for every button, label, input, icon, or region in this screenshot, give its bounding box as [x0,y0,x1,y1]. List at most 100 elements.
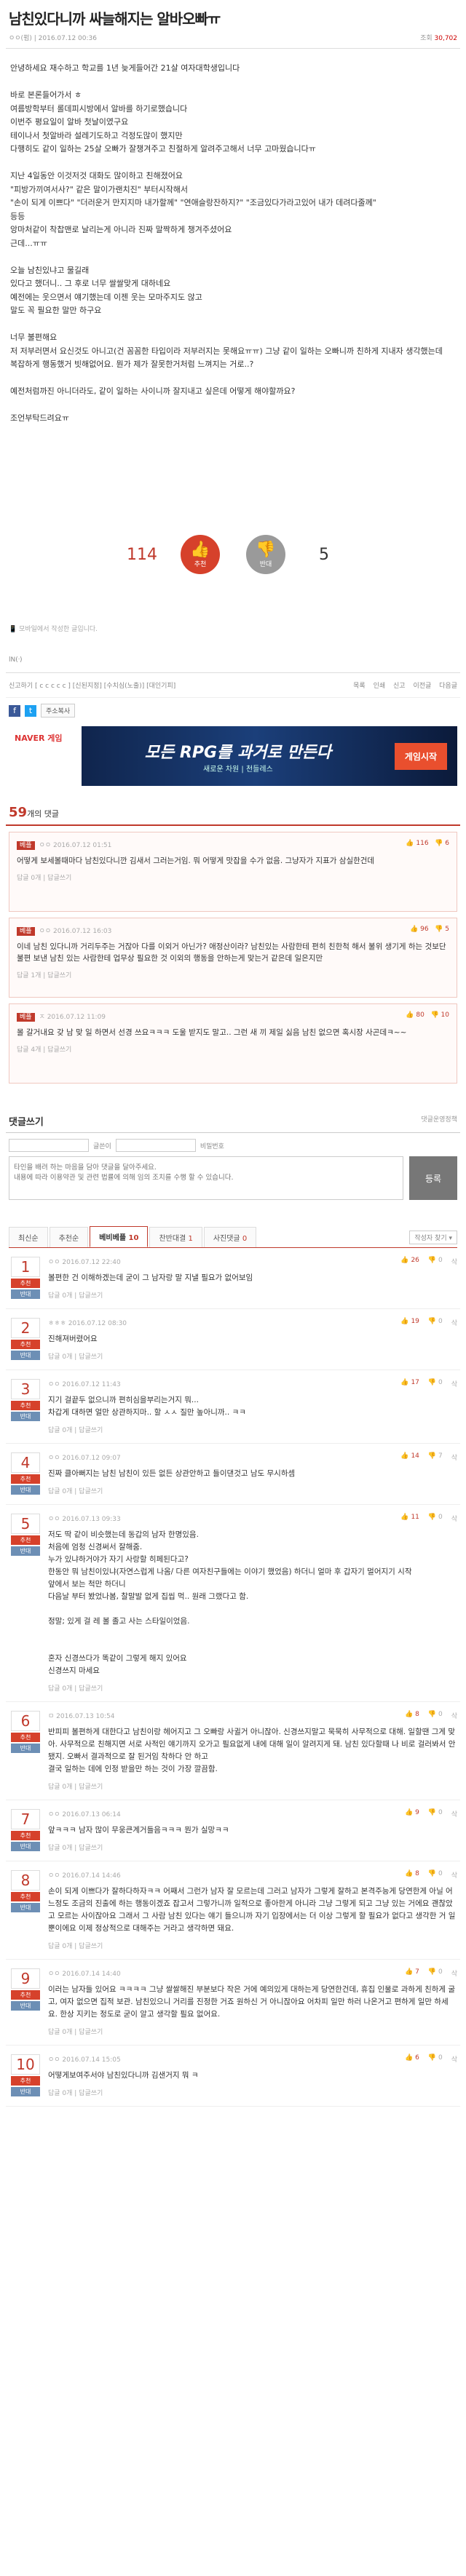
reply-link[interactable]: 답글 4개 | 답글쓰기 [17,1044,449,1054]
rank-upvote-button[interactable]: 추천 [11,1279,40,1288]
comment-policy-link[interactable]: 댓글운영정책 [421,1114,457,1128]
thumbs-down-icon[interactable]: 👎 [428,1257,436,1264]
thumbs-up-icon[interactable]: 👍 [405,1711,413,1718]
thumbs-up-icon[interactable]: 👍 [400,1379,408,1386]
rank-upvote-button[interactable]: 추천 [11,1474,40,1484]
thumbs-down-icon[interactable]: 👎 [435,926,443,933]
thumbs-up-icon[interactable]: 👍 [400,1318,408,1325]
delete-icon[interactable]: 삭 [451,1711,457,1720]
rank-downvote-button[interactable]: 반대 [11,1546,40,1556]
reply-link[interactable]: 답글 0개 | 답글쓰기 [48,1941,457,1950]
thumbs-up-icon[interactable]: 👍 [405,1870,413,1877]
author-search-select[interactable]: 작성자 찾기 ▾ [409,1231,457,1244]
delete-icon[interactable]: 삭 [451,2054,457,2064]
delete-icon[interactable]: 삭 [451,1968,457,1978]
rank-upvote-button[interactable]: 추천 [11,2076,40,2086]
reply-link[interactable]: 답글 0개 | 답글쓰기 [17,872,449,882]
comment-textarea[interactable] [9,1156,403,1200]
thumbs-up-icon[interactable]: 👍 [406,840,414,847]
reply-link[interactable]: 답글 0개 | 답글쓰기 [48,1351,457,1361]
report-label[interactable]: 신고하기 [9,683,33,690]
rank-upvote-button[interactable]: 추천 [11,1733,40,1742]
thumbs-down-icon[interactable]: 👎 [430,1011,438,1019]
reply-link[interactable]: 답글 0개 | 답글쓰기 [48,1425,457,1434]
thumbs-down-icon[interactable]: 👎 [428,2054,436,2062]
rank-downvote-button[interactable]: 반대 [11,1744,40,1753]
comment-text: 지기 걸끝두 없으니까 편히심을부리는거지 뭐... 차갑게 대하면 얼만 상관… [48,1396,246,1417]
thumbs-down-icon[interactable]: 👎 [428,1318,436,1325]
thumbs-up-icon[interactable]: 👍 [400,1452,408,1460]
twitter-icon[interactable]: t [25,704,36,717]
tab-debate[interactable]: 찬반대결 1 [149,1227,202,1247]
reply-link[interactable]: 답글 0개 | 답글쓰기 [48,1781,457,1791]
tab-best[interactable]: 베비베플 10 [90,1226,149,1247]
thumbs-up-icon[interactable]: 👍 [405,1809,413,1816]
reply-link[interactable]: 답글 0개 | 답글쓰기 [48,1842,457,1852]
rank-upvote-button[interactable]: 추천 [11,1401,40,1410]
delete-icon[interactable]: 삭 [451,1809,457,1818]
delete-icon[interactable]: 삭 [451,1870,457,1880]
thumbs-up-icon[interactable]: 👍 [405,1968,413,1976]
name-input[interactable] [9,1139,89,1152]
rank-downvote-button[interactable]: 반대 [11,2087,40,2096]
rank-downvote-button[interactable]: 반대 [11,1842,40,1851]
ad-banner[interactable]: NAVER 게임 모든 RPG를 과거로 만든다 새로운 차원 | 천들레스 게임… [9,726,457,786]
thumbs-up-icon[interactable]: 👍 [400,1514,408,1521]
thumbs-down-icon[interactable]: 👎 [428,1968,436,1976]
thumbs-down-icon[interactable]: 👎 [428,1452,436,1460]
thumbs-up-icon[interactable]: 👍 [410,926,418,933]
delete-icon[interactable]: 삭 [451,1379,457,1388]
rank-downvote-button[interactable]: 반대 [11,1412,40,1421]
post-author[interactable]: ㅇㅇ(펌) [9,35,32,42]
rank-upvote-button[interactable]: 추천 [11,1990,40,2000]
rank-downvote-button[interactable]: 반대 [11,1351,40,1360]
rank-downvote-button[interactable]: 반대 [11,1903,40,1912]
reply-link[interactable]: 답글 0개 | 답글쓰기 [48,1683,457,1693]
delete-icon[interactable]: 삭 [451,1257,457,1266]
reply-link[interactable]: 답글 0개 | 답글쓰기 [48,1290,457,1300]
downvote-button[interactable]: 👎 반대 [246,535,285,574]
thumbs-down-icon[interactable]: 👎 [428,1711,436,1718]
ad-cta-button[interactable]: 게임시작 [394,742,447,770]
rank-upvote-button[interactable]: 추천 [11,1831,40,1840]
thumbs-down-icon[interactable]: 👎 [428,1870,436,1877]
copy-url-button[interactable]: 주소복사 [41,704,76,717]
upvote-button[interactable]: 👍 추천 [181,535,220,574]
reply-link[interactable]: 답글 1개 | 답글쓰기 [17,970,449,979]
facebook-icon[interactable]: f [9,704,20,717]
thumbs-up-icon[interactable]: 👍 [405,2054,413,2062]
rank-upvote-button[interactable]: 추천 [11,1535,40,1545]
report-reasons[interactable]: [ c c c c c ] [신된지정] [수치심(노출)] [대인기피] [35,683,175,690]
password-input[interactable] [115,1139,196,1152]
reply-link[interactable]: 답글 0개 | 답글쓰기 [48,1486,457,1495]
report-link[interactable]: 신고 [393,683,406,690]
best-comments: 베플 ㅇㅇ 2016.07.12 01:51 👍 116 👎 6 어떻게 보세볼때… [6,832,460,1084]
thumbs-up-icon[interactable]: 👍 [400,1257,408,1264]
next-post-link[interactable]: 다음글 [439,683,457,690]
tab-photo[interactable]: 사진댓글 0 [203,1227,257,1247]
submit-comment-button[interactable]: 등록 [409,1156,457,1200]
thumbs-down-icon[interactable]: 👎 [428,1379,436,1386]
comment-meta: ㅇㅇ 2016.07.12 11:43 [48,1381,121,1388]
reply-link[interactable]: 답글 0개 | 답글쓰기 [48,2027,457,2036]
tab-latest[interactable]: 최신순 [9,1227,48,1247]
thumbs-up-icon[interactable]: 👍 [406,1011,414,1019]
comment-meta: ㅇㅇ 2016.07.13 09:33 [48,1516,121,1523]
prev-post-link[interactable]: 이전글 [413,683,431,690]
thumbs-down-icon[interactable]: 👎 [428,1809,436,1816]
list-link[interactable]: 목록 [353,683,366,690]
delete-icon[interactable]: 삭 [451,1452,457,1462]
rank-downvote-button[interactable]: 반대 [11,1485,40,1495]
rank-downvote-button[interactable]: 반대 [11,1289,40,1299]
rank-upvote-button[interactable]: 추천 [11,1340,40,1349]
delete-icon[interactable]: 삭 [451,1318,457,1327]
thumbs-down-icon[interactable]: 👎 [428,1514,436,1521]
vote-area: 114 👍 추천 👎 반대 5 [6,514,460,595]
print-link[interactable]: 인쇄 [374,683,386,690]
thumbs-down-icon[interactable]: 👎 [435,840,443,847]
delete-icon[interactable]: 삭 [451,1514,457,1523]
rank-upvote-button[interactable]: 추천 [11,1892,40,1901]
rank-downvote-button[interactable]: 반대 [11,2001,40,2011]
tab-recommended[interactable]: 추천순 [49,1227,89,1247]
reply-link[interactable]: 답글 0개 | 답글쓰기 [48,2088,457,2097]
